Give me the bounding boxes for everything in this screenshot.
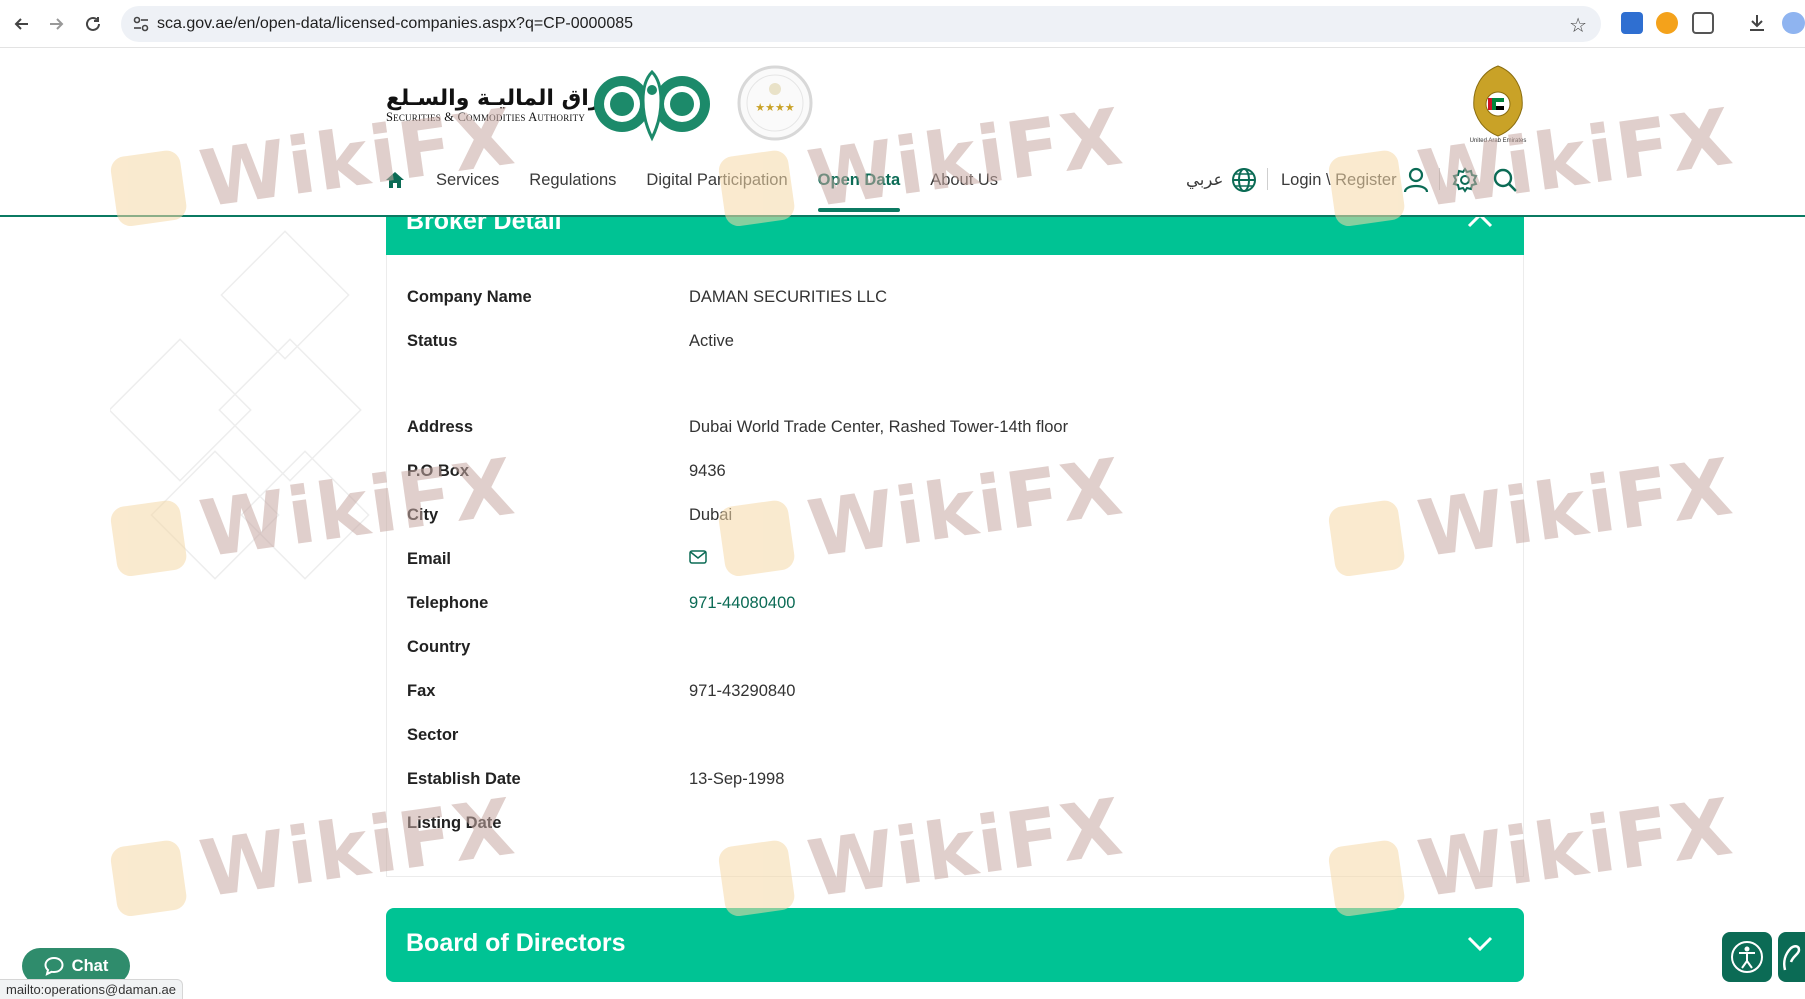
sca-emblem-icon[interactable] bbox=[592, 64, 712, 146]
detail-row-establish-date: Establish Date 13-Sep-1998 bbox=[407, 767, 784, 791]
bookmark-star-icon[interactable]: ☆ bbox=[1569, 13, 1587, 38]
detail-row-status: Status Active bbox=[407, 329, 734, 353]
detail-value: 971-43290840 bbox=[689, 681, 796, 700]
detail-label: Email bbox=[407, 549, 452, 568]
accessibility-icon bbox=[1731, 941, 1763, 973]
nav-about-us[interactable]: About Us bbox=[930, 160, 998, 200]
user-icon bbox=[1403, 167, 1428, 193]
email-link[interactable] bbox=[689, 549, 707, 569]
watermark-logo-icon bbox=[109, 838, 189, 918]
chevron-up-icon[interactable] bbox=[1466, 217, 1494, 231]
accessibility-button[interactable] bbox=[1722, 932, 1772, 982]
browser-status-bar: mailto:operations@daman.ae bbox=[0, 979, 184, 999]
detail-label: Country bbox=[407, 637, 471, 656]
detail-label: Company Name bbox=[407, 287, 532, 306]
detail-row-company-name: Company Name DAMAN SECURITIES LLC bbox=[407, 285, 887, 309]
chevron-down-icon[interactable] bbox=[1466, 933, 1494, 953]
site-settings-icon[interactable] bbox=[131, 14, 151, 34]
address-bar[interactable]: sca.gov.ae/en/open-data/licensed-compani… bbox=[121, 6, 1601, 42]
detail-row-listing-date: Listing Date bbox=[407, 811, 689, 835]
url-text: sca.gov.ae/en/open-data/licensed-compani… bbox=[157, 15, 634, 32]
detail-value: Dubai bbox=[689, 505, 733, 524]
status-link-text: mailto:operations@daman.ae bbox=[6, 982, 177, 997]
detail-label: P.O Box bbox=[407, 461, 470, 480]
detail-row-email: Email bbox=[407, 547, 707, 571]
svg-text:★★★★: ★★★★ bbox=[755, 102, 795, 114]
detail-row-city: City Dubai bbox=[407, 503, 732, 527]
chat-bubble-icon bbox=[44, 956, 64, 976]
telephone-link[interactable]: 971-44080400 bbox=[689, 594, 795, 613]
decorative-pattern bbox=[110, 230, 370, 580]
detail-value: Dubai World Trade Center, Rashed Tower-1… bbox=[689, 417, 1069, 436]
detail-value: Active bbox=[689, 331, 734, 350]
detail-row-telephone: Telephone 971-44080400 bbox=[407, 591, 795, 615]
detail-label: Listing Date bbox=[407, 813, 502, 832]
globe-icon bbox=[1232, 168, 1257, 192]
detail-row-address: Address Dubai World Trade Center, Rashed… bbox=[407, 415, 1068, 439]
gear-icon bbox=[1452, 167, 1478, 193]
detail-value: 9436 bbox=[689, 461, 726, 480]
broker-detail-title: Broker Detail bbox=[406, 217, 562, 235]
search-button[interactable] bbox=[1492, 160, 1518, 200]
browser-toolbar: sca.gov.ae/en/open-data/licensed-compani… bbox=[0, 0, 1805, 48]
utility-separator bbox=[1439, 168, 1440, 190]
nav-services[interactable]: Services bbox=[436, 160, 499, 200]
extensions-puzzle-icon[interactable] bbox=[1692, 12, 1714, 34]
back-icon[interactable] bbox=[10, 12, 34, 36]
uae-caption: United Arab Emirates bbox=[1469, 138, 1527, 144]
broker-detail-header[interactable]: Broker Detail bbox=[386, 217, 1524, 255]
utility-separator bbox=[1267, 168, 1268, 190]
extension-translate-icon[interactable] bbox=[1621, 12, 1643, 34]
nav-regulations[interactable]: Regulations bbox=[529, 160, 616, 200]
nav-digital-participation[interactable]: Digital Participation bbox=[646, 160, 787, 200]
detail-label: Fax bbox=[407, 681, 436, 700]
board-title: Board of Directors bbox=[406, 929, 626, 957]
uae-emblem-icon bbox=[1473, 65, 1523, 137]
broker-detail-card: Company Name DAMAN SECURITIES LLC Status… bbox=[386, 255, 1524, 877]
login-label: Login \ Register bbox=[1281, 170, 1397, 189]
main-navigation: Services Regulations Digital Participati… bbox=[384, 160, 1028, 212]
detail-row-fax: Fax 971-43290840 bbox=[407, 679, 795, 703]
mail-icon[interactable] bbox=[689, 549, 707, 564]
detail-row-po-box: P.O Box 9436 bbox=[407, 459, 726, 483]
search-icon bbox=[1493, 168, 1517, 192]
detail-label: City bbox=[407, 505, 439, 524]
detail-value: DAMAN SECURITIES LLC bbox=[689, 287, 888, 306]
detail-label: Establish Date bbox=[407, 769, 521, 788]
detail-value: 13-Sep-1998 bbox=[689, 769, 785, 788]
language-switch[interactable]: عربي bbox=[1186, 160, 1257, 200]
detail-label: Status bbox=[407, 331, 458, 350]
detail-label: Telephone bbox=[407, 593, 489, 612]
reload-icon[interactable] bbox=[81, 12, 105, 36]
nav-open-data[interactable]: Open Data bbox=[817, 160, 900, 212]
language-label: عربي bbox=[1186, 171, 1224, 189]
login-register-link[interactable]: Login \ Register bbox=[1281, 160, 1429, 200]
download-icon[interactable] bbox=[1746, 12, 1768, 34]
board-of-directors-accordion[interactable]: Board of Directors bbox=[386, 908, 1524, 982]
chat-label: Chat bbox=[71, 956, 109, 975]
logo-english-text: Securities & Commodities Authority bbox=[386, 110, 586, 124]
extension-wallet-icon[interactable] bbox=[1656, 12, 1678, 34]
detail-label: Sector bbox=[407, 725, 459, 744]
sign-language-button[interactable] bbox=[1778, 932, 1805, 982]
award-seal-icon: ★★★★ bbox=[737, 65, 813, 141]
forward-icon[interactable] bbox=[44, 12, 68, 36]
detail-row-sector: Sector bbox=[407, 723, 689, 747]
settings-button[interactable] bbox=[1452, 160, 1478, 200]
home-icon[interactable] bbox=[384, 169, 406, 191]
hand-icon bbox=[1782, 945, 1800, 971]
profile-avatar-icon[interactable] bbox=[1782, 12, 1805, 34]
detail-label: Address bbox=[407, 417, 474, 436]
detail-row-country: Country bbox=[407, 635, 689, 659]
